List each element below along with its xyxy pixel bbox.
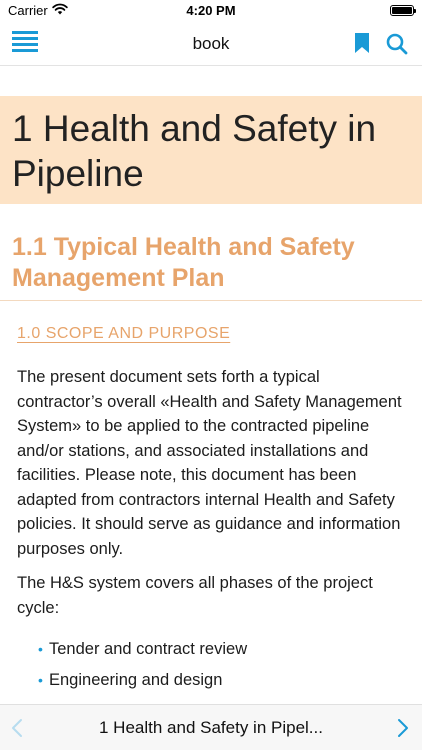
section-divider [0, 300, 422, 301]
chapter-title: 1 Health and Safety in Pipeline [12, 108, 377, 194]
chevron-left-icon[interactable] [10, 718, 24, 738]
body-paragraph: The H&S system covers all phases of the … [17, 574, 373, 617]
status-bar: Carrier 4:20 PM [0, 0, 422, 22]
bullet-icon: • [38, 641, 43, 657]
section-title: 1.1 Typical Health and Safety Management… [12, 233, 355, 292]
battery-icon [390, 5, 416, 16]
list-item: • Engineering and design [38, 665, 422, 696]
bottom-toolbar: 1 Health and Safety in Pipel... [0, 704, 422, 750]
body-paragraph: The present document sets forth a typica… [17, 368, 402, 558]
search-icon[interactable] [386, 33, 408, 55]
navigation-bar: book [0, 22, 422, 66]
list-item: • Tender and contract review [38, 634, 422, 665]
list-item-label: Engineering and design [49, 671, 223, 689]
bullet-icon: • [38, 672, 43, 688]
subsection-link[interactable]: 1.0 SCOPE AND PURPOSE [17, 325, 230, 343]
bookmark-icon[interactable] [354, 32, 370, 54]
chevron-right-icon[interactable] [396, 718, 410, 738]
reader-content[interactable]: 1 Health and Safety in Pipeline 1.1 Typi… [0, 96, 422, 704]
list-item-label: Tender and contract review [49, 640, 248, 658]
chapter-header: 1 Health and Safety in Pipeline [0, 96, 422, 204]
current-chapter-title: 1 Health and Safety in Pipel... [99, 718, 323, 737]
status-time: 4:20 PM [186, 3, 236, 18]
bullet-list: • Tender and contract review • Engineering… [0, 634, 422, 696]
